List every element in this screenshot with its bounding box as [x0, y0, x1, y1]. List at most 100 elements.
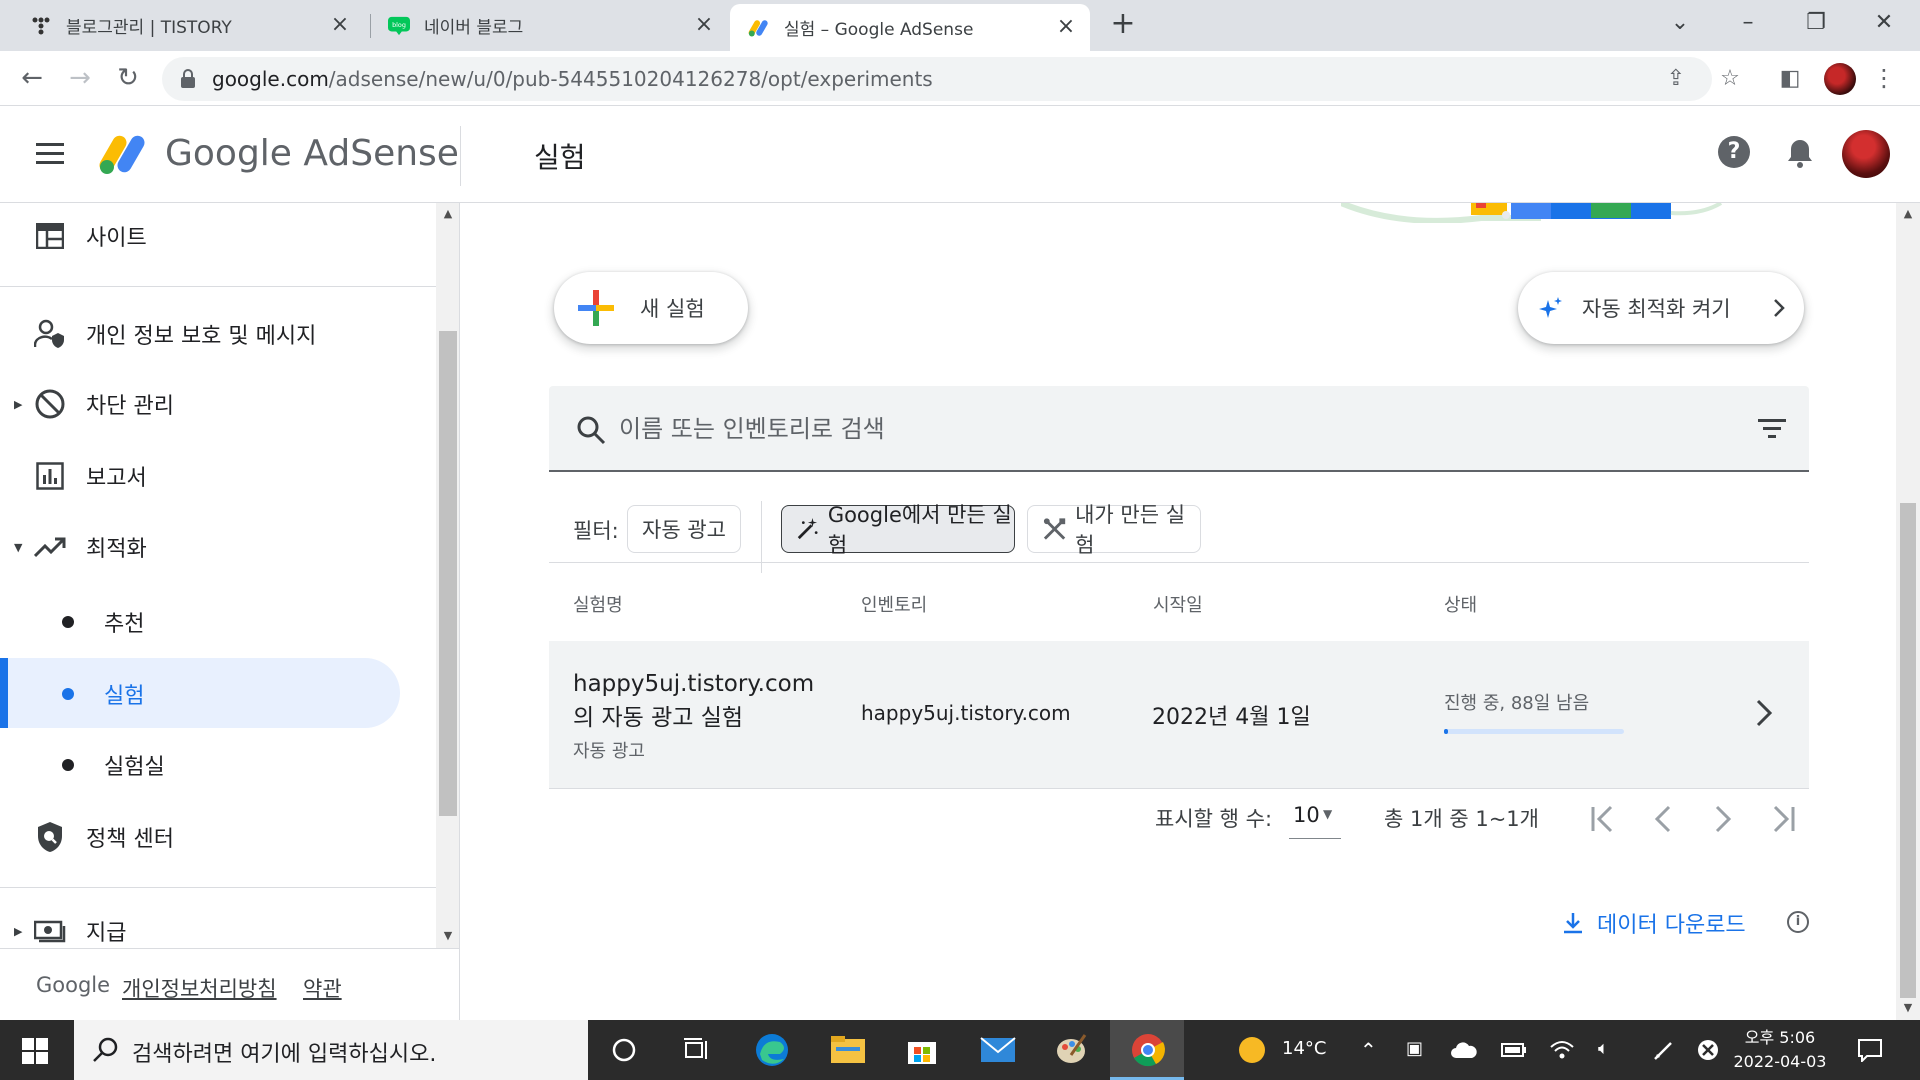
naver-blog-icon: blog: [388, 15, 410, 37]
sidebar-subitem-experiments[interactable]: 실험: [0, 658, 400, 728]
column-header-start-date[interactable]: 시작일: [1153, 591, 1203, 617]
notifications-bell-icon[interactable]: [1784, 136, 1816, 170]
next-page-icon[interactable]: [1705, 799, 1741, 839]
volume-icon[interactable]: 🔈︎: [1598, 1038, 1609, 1059]
meet-now-icon[interactable]: ▣: [1406, 1038, 1423, 1059]
auto-optimize-button[interactable]: 자동 최적화 켜기: [1518, 272, 1804, 344]
new-experiment-button[interactable]: 새 실험: [554, 272, 748, 344]
bookmark-star-icon[interactable]: ☆: [1716, 65, 1744, 93]
adsense-icon: [748, 17, 770, 39]
paint-icon[interactable]: [1052, 1030, 1092, 1070]
battery-icon[interactable]: [1494, 1030, 1534, 1070]
scrollbar-thumb[interactable]: [439, 331, 457, 816]
column-header-status[interactable]: 상태: [1444, 591, 1477, 617]
notification-center-icon[interactable]: [1850, 1030, 1890, 1070]
search-input[interactable]: [619, 404, 1719, 454]
scroll-up-arrow[interactable]: ▲: [1900, 207, 1916, 220]
sidebar-subitem-recommendations[interactable]: 추천: [0, 586, 400, 656]
sidebar-item-label: 사이트: [86, 226, 147, 251]
chip-auto-ads[interactable]: 자동 광고: [627, 505, 741, 553]
chip-my-experiments[interactable]: 내가 만든 실험: [1027, 503, 1201, 557]
filter-divider: [761, 501, 762, 573]
sidebar-item-blocking-controls[interactable]: ▶ 차단 관리: [0, 369, 440, 439]
sidebar-subitem-labs[interactable]: 실험실: [0, 729, 400, 799]
column-header-name[interactable]: 실험명: [573, 591, 623, 617]
browser-menu-icon[interactable]: ⋮: [1872, 61, 1896, 97]
sidebar-nav: 사이트 개인 정보 보호 및 메시지 ▶ 차단 관리 보고서 ▼ 최적화 추천 …: [0, 203, 460, 1020]
chip-google-created[interactable]: Google에서 만든 실험: [781, 503, 1015, 557]
browser-tab-adsense[interactable]: 실험 – Google AdSense ×: [730, 4, 1090, 51]
sidebar-scrollbar[interactable]: ▲ ▼: [436, 203, 459, 948]
privacy-policy-link[interactable]: 개인정보처리방침: [122, 973, 277, 1003]
back-button[interactable]: ←: [14, 61, 50, 97]
url-text[interactable]: google.com/adsense/new/u/0/pub-544551020…: [212, 67, 933, 91]
scrollbar-thumb[interactable]: [1900, 503, 1916, 998]
scroll-up-arrow[interactable]: ▲: [440, 207, 456, 220]
sidebar-item-sites[interactable]: 사이트: [0, 203, 440, 271]
sidebar-footer: Google 개인정보처리방침 약관: [0, 948, 459, 1020]
windows-start-icon[interactable]: [22, 1038, 48, 1064]
tab-title: 블로그관리 | TISTORY: [66, 18, 232, 38]
download-data-button[interactable]: 데이터 다운로드: [1561, 907, 1746, 939]
browser-tab-naver[interactable]: blog 네이버 블로그 ×: [358, 0, 728, 51]
rows-per-page-select[interactable]: 10 ▼: [1289, 799, 1341, 839]
close-tab-icon[interactable]: ×: [328, 13, 352, 38]
taskbar-search-box[interactable]: 검색하려면 여기에 입력하십시오.: [74, 1020, 588, 1080]
omnibox[interactable]: google.com/adsense/new/u/0/pub-544551020…: [162, 57, 1712, 101]
new-tab-button[interactable]: +: [1108, 9, 1138, 40]
info-icon[interactable]: i: [1787, 911, 1809, 933]
terms-link[interactable]: 약관: [303, 973, 342, 1003]
microsoft-store-icon[interactable]: [902, 1030, 942, 1070]
experiment-inventory: happy5uj.tistory.com: [861, 701, 1071, 725]
file-explorer-icon[interactable]: [828, 1030, 868, 1070]
sidebar-item-reports[interactable]: 보고서: [0, 441, 440, 511]
onedrive-cloud-icon[interactable]: [1444, 1030, 1484, 1070]
close-tab-icon[interactable]: ×: [692, 13, 716, 38]
restore-button[interactable]: ❐: [1796, 6, 1836, 40]
person-shield-icon: [34, 318, 66, 350]
sidebar-item-policy-center[interactable]: 정책 센터: [0, 802, 440, 872]
dropdown-arrow-icon: ▼: [1323, 807, 1333, 821]
forward-button[interactable]: →: [62, 61, 98, 97]
column-header-inventory[interactable]: 인벤토리: [861, 591, 927, 617]
previous-page-icon[interactable]: [1645, 799, 1681, 839]
collapse-caret-icon[interactable]: ▼: [14, 541, 22, 554]
side-panel-icon[interactable]: ◧: [1776, 65, 1804, 93]
browser-tab-tistory[interactable]: 블로그관리 | TISTORY ×: [0, 0, 364, 51]
scroll-down-arrow[interactable]: ▼: [1900, 1001, 1916, 1014]
reload-button[interactable]: ↻: [110, 61, 146, 97]
table-row[interactable]: happy5uj.tistory.com의 자동 광고 실험 자동 광고 hap…: [549, 641, 1809, 789]
weather-sun-icon[interactable]: [1232, 1030, 1272, 1070]
task-view-icon[interactable]: [676, 1030, 716, 1070]
pen-icon[interactable]: [1644, 1030, 1684, 1070]
close-tab-icon[interactable]: ×: [1054, 15, 1078, 40]
edge-browser-icon[interactable]: [752, 1030, 792, 1070]
sidebar-item-optimization[interactable]: ▼ 최적화: [0, 512, 440, 582]
cortana-icon[interactable]: [604, 1030, 644, 1070]
weather-temperature[interactable]: 14°C: [1282, 1038, 1326, 1059]
account-avatar[interactable]: [1842, 130, 1890, 178]
expand-caret-icon[interactable]: ▶: [14, 398, 22, 411]
chevron-right-icon[interactable]: [1749, 693, 1779, 733]
mail-icon[interactable]: [978, 1030, 1018, 1070]
scroll-down-arrow[interactable]: ▼: [440, 929, 456, 942]
tab-search-icon[interactable]: ⌄: [1660, 6, 1700, 40]
first-page-icon[interactable]: [1585, 799, 1621, 839]
taskbar-clock[interactable]: 오후 5:06 2022-04-03: [1730, 1026, 1830, 1074]
sidebar-item-privacy-messaging[interactable]: 개인 정보 보호 및 메시지: [0, 299, 440, 369]
last-page-icon[interactable]: [1765, 799, 1801, 839]
hamburger-menu-icon[interactable]: [36, 143, 64, 165]
close-circle-icon[interactable]: [1688, 1030, 1728, 1070]
help-icon[interactable]: ?: [1718, 136, 1750, 168]
minimize-button[interactable]: –: [1728, 6, 1768, 40]
close-window-button[interactable]: ✕: [1864, 6, 1904, 40]
sidebar-item-label: 개인 정보 보호 및 메시지: [86, 324, 317, 349]
browser-profile-avatar[interactable]: [1824, 63, 1856, 95]
filter-list-icon[interactable]: [1757, 416, 1787, 440]
wifi-icon[interactable]: [1542, 1030, 1582, 1070]
main-scrollbar[interactable]: ▲ ▼: [1896, 203, 1920, 1020]
share-icon[interactable]: ⇪: [1662, 65, 1690, 93]
chrome-icon[interactable]: [1128, 1030, 1168, 1070]
tray-overflow-icon[interactable]: ⌃: [1360, 1038, 1377, 1062]
expand-caret-icon[interactable]: ▶: [14, 925, 22, 938]
